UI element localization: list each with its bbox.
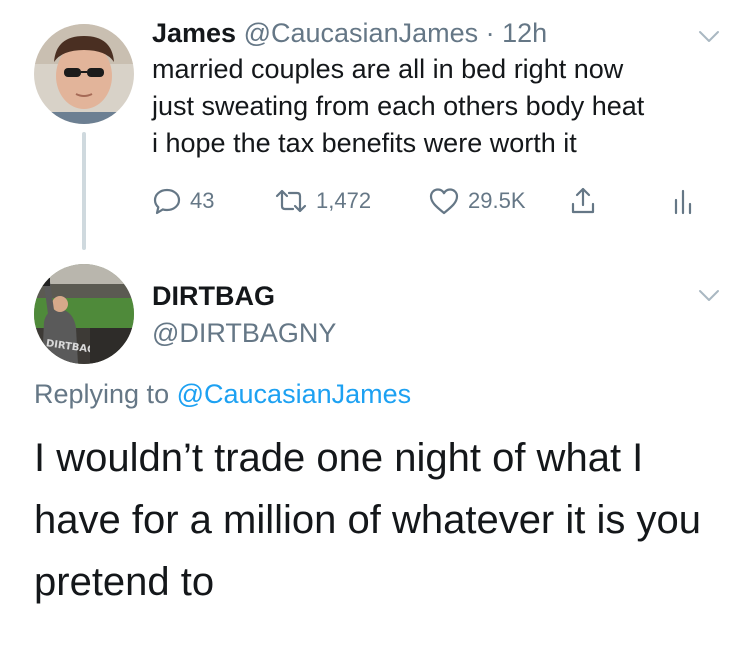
reply-text-line: have for a million of whatever it is you <box>34 498 701 542</box>
chevron-down-icon[interactable] <box>698 30 720 44</box>
chevron-down-icon[interactable] <box>698 289 720 303</box>
james-avatar[interactable] <box>34 24 134 124</box>
tweet-text-line: i hope the tax benefits were worth it <box>152 128 577 158</box>
replying-to-label: Replying to <box>34 379 170 409</box>
author-name[interactable]: James <box>152 18 236 48</box>
analytics-button[interactable] <box>672 184 698 218</box>
reply-button[interactable]: 43 <box>152 184 214 218</box>
replying-to-line: Replying to @CaucasianJames <box>34 376 411 412</box>
reply-text-line: I wouldn’t trade one night of what I <box>34 436 644 480</box>
like-button[interactable]: 29.5K <box>428 184 526 218</box>
analytics-icon <box>672 186 698 216</box>
meta-separator: · <box>485 18 495 48</box>
author-handle[interactable]: @CaucasianJames <box>244 18 479 48</box>
reply-author-handle[interactable]: @DIRTBAGNY <box>152 316 336 350</box>
replying-to-mention[interactable]: @CaucasianJames <box>177 379 412 409</box>
heart-icon <box>428 186 460 216</box>
reply-author-name[interactable]: DIRTBAG <box>152 279 275 313</box>
tweet-header: James @CaucasianJames · 12h <box>152 15 732 51</box>
reply-count: 43 <box>190 188 215 213</box>
thread-line <box>82 132 86 250</box>
tweet-text: married couples are all in bed right now… <box>152 51 732 162</box>
like-count: 29.5K <box>468 188 526 213</box>
tweet-time[interactable]: 12h <box>502 18 547 48</box>
reply-icon <box>152 186 182 216</box>
tweet-main[interactable]: James @CaucasianJames · 12h married coup… <box>152 15 732 162</box>
retweet-button[interactable]: 1,472 <box>274 184 371 218</box>
dirtbag-avatar[interactable]: DIRTBAG <box>34 264 134 364</box>
retweet-icon <box>274 186 308 216</box>
share-icon <box>568 186 598 216</box>
tweet-actions: 43 1,472 29.5K <box>152 184 712 218</box>
tweet-text-line: just sweating from each others body heat <box>152 91 645 121</box>
reply-text: I wouldn’t trade one night of what I hav… <box>34 427 734 613</box>
tweet-text-line: married couples are all in bed right now <box>152 54 624 84</box>
reply-text-line: pretend to <box>34 560 215 604</box>
retweet-count: 1,472 <box>316 188 372 213</box>
share-button[interactable] <box>568 184 598 218</box>
